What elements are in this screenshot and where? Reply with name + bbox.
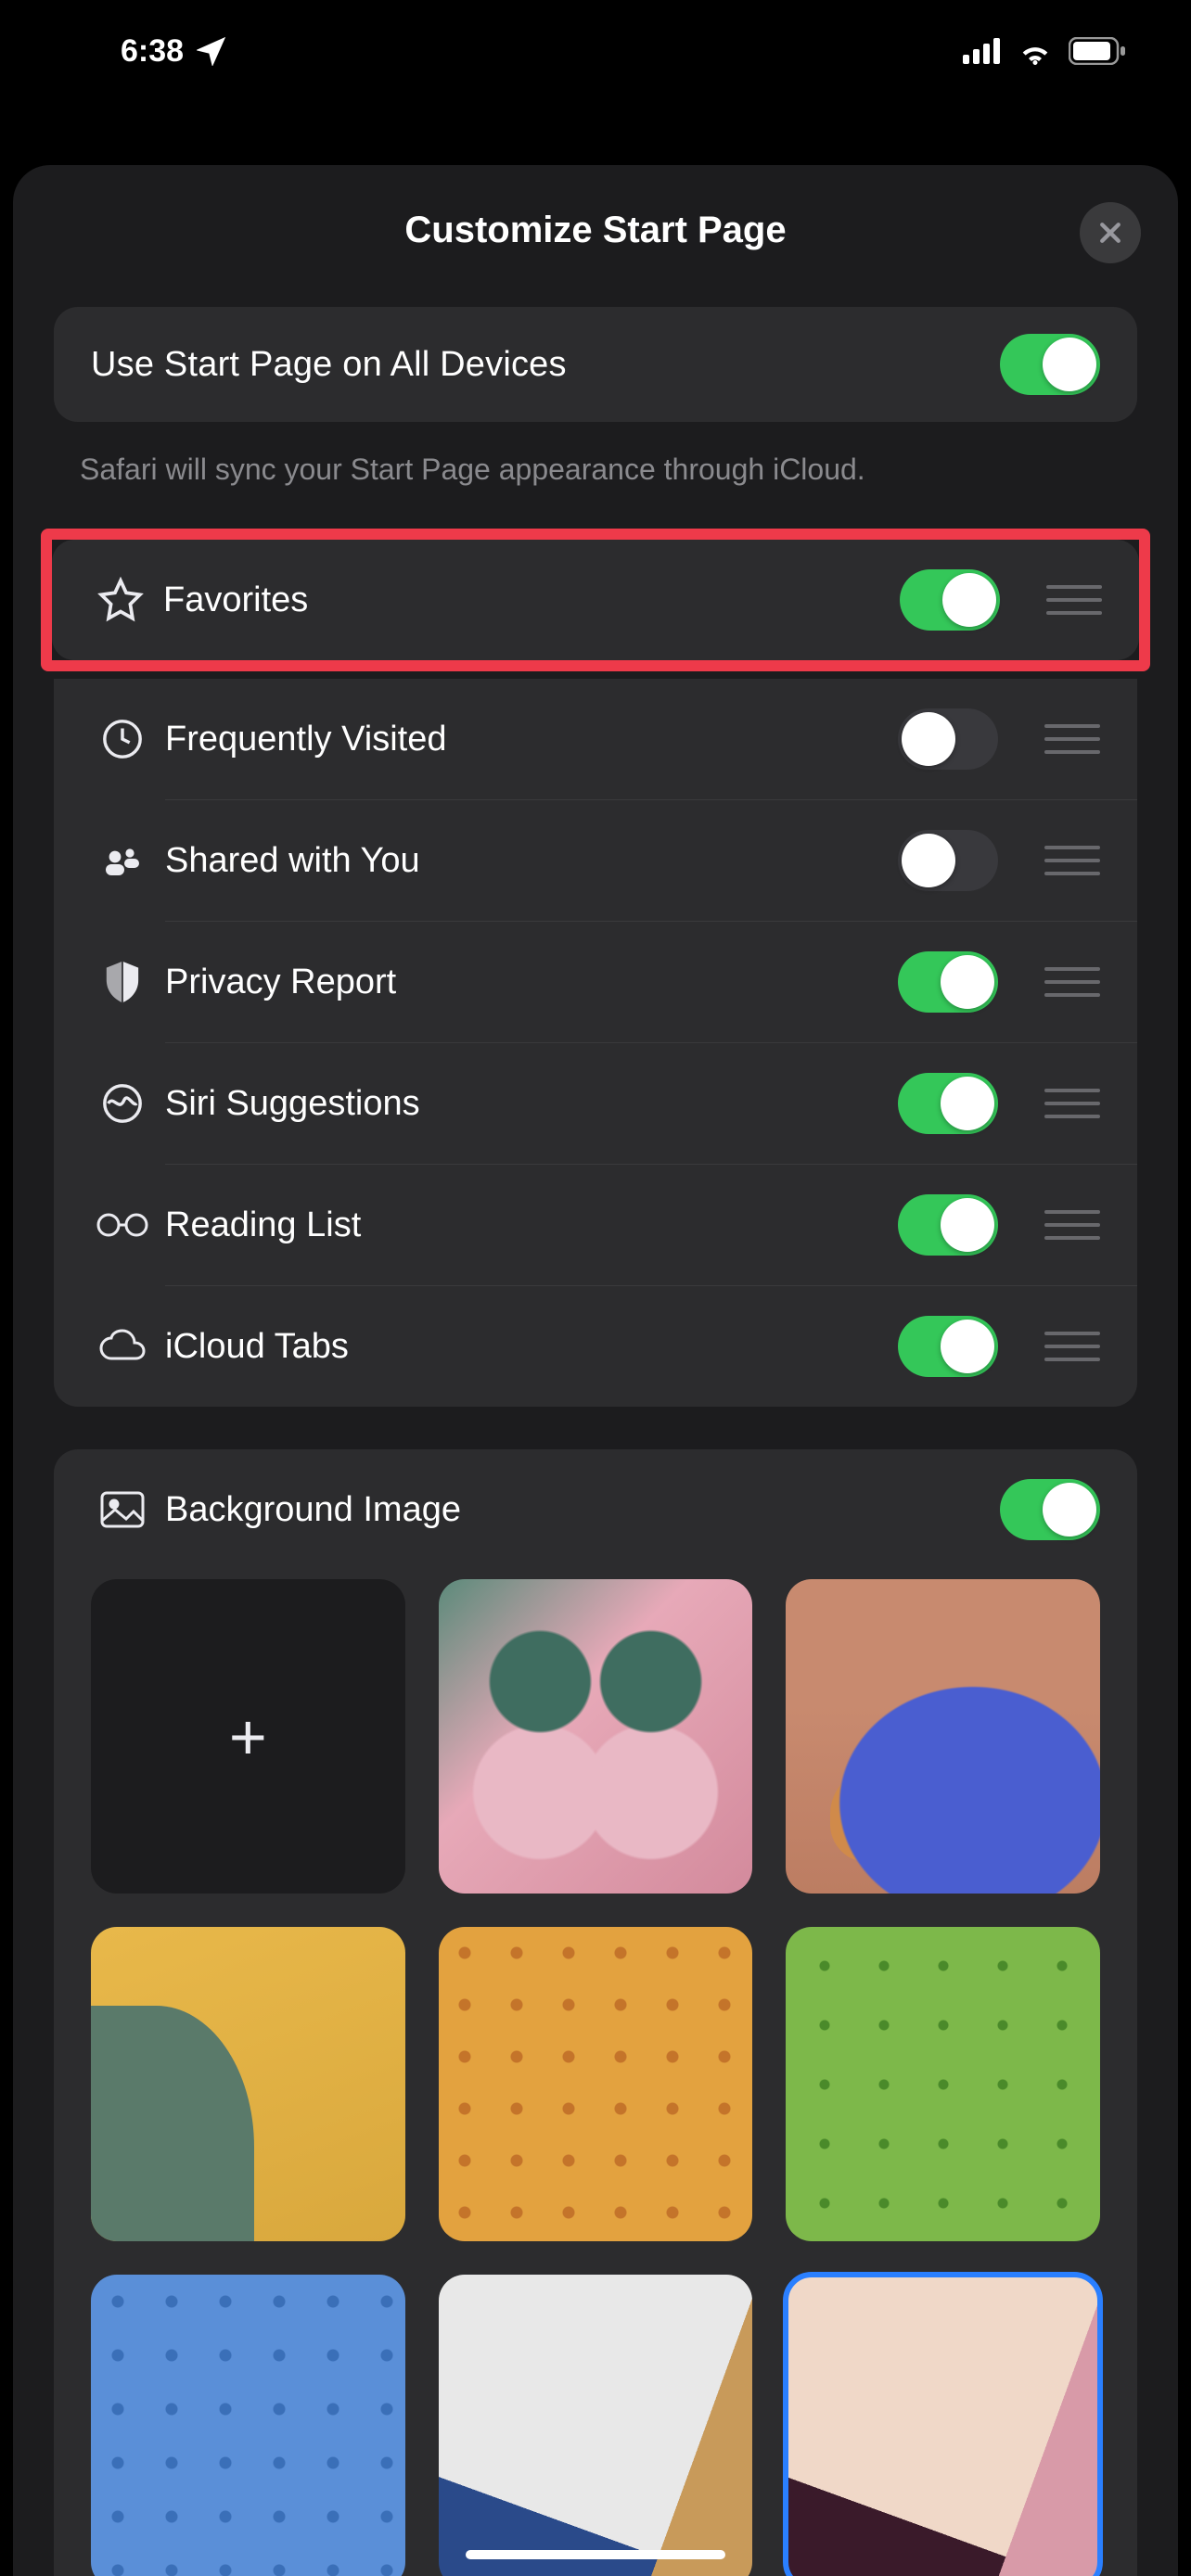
status-time-group: 6:38 — [121, 33, 226, 70]
close-icon — [1096, 219, 1124, 247]
background-thumb-green[interactable] — [786, 1927, 1100, 2241]
sync-switch[interactable] — [1000, 334, 1100, 395]
sync-section: Use Start Page on All Devices — [54, 307, 1137, 422]
reorder-handle[interactable] — [1046, 585, 1102, 615]
icloud-tabs-switch[interactable] — [898, 1316, 998, 1377]
sync-caption: Safari will sync your Start Page appeara… — [80, 450, 1111, 490]
favorites-switch[interactable] — [900, 569, 1000, 631]
cloud-icon — [80, 1329, 165, 1364]
reading-list-label: Reading List — [165, 1205, 898, 1245]
privacy-report-label: Privacy Report — [165, 963, 898, 1002]
reorder-handle[interactable] — [1044, 1089, 1100, 1118]
reorder-handle[interactable] — [1044, 724, 1100, 754]
siri-suggestions-switch[interactable] — [898, 1073, 998, 1134]
battery-icon — [1069, 37, 1126, 65]
status-indicators — [963, 37, 1126, 65]
customize-sheet: Customize Start Page Use Start Page on A… — [13, 165, 1178, 2576]
background-thumbnails: + — [54, 1570, 1137, 2576]
background-image-section: Background Image + — [54, 1449, 1137, 2576]
cellular-signal-icon — [963, 38, 1002, 64]
background-image-switch[interactable] — [1000, 1479, 1100, 1540]
photo-icon — [80, 1491, 165, 1528]
favorites-label: Favorites — [163, 580, 900, 620]
items-section: Frequently Visited Shared with You Priva… — [54, 679, 1137, 1407]
background-thumb-triangles-pink[interactable] — [786, 2275, 1100, 2576]
background-thumb-butterfly[interactable] — [439, 1579, 753, 1894]
status-bar: 6:38 — [0, 0, 1191, 102]
reorder-handle[interactable] — [1044, 846, 1100, 875]
plus-icon: + — [229, 1700, 267, 1774]
background-thumb-triangles-blue[interactable] — [439, 2275, 753, 2576]
background-image-row[interactable]: Background Image — [54, 1449, 1137, 1570]
shield-icon — [80, 960, 165, 1004]
people-icon — [80, 838, 165, 883]
reading-list-switch[interactable] — [898, 1194, 998, 1256]
add-background-button[interactable]: + — [91, 1579, 405, 1894]
shared-with-you-switch[interactable] — [898, 830, 998, 891]
reorder-handle[interactable] — [1044, 967, 1100, 997]
glasses-icon — [80, 1211, 165, 1239]
favorites-section: Favorites — [52, 540, 1139, 660]
privacy-report-row[interactable]: Privacy Report — [54, 922, 1137, 1042]
background-thumb-orange[interactable] — [439, 1927, 753, 2241]
home-indicator[interactable] — [466, 2550, 725, 2559]
sync-row[interactable]: Use Start Page on All Devices — [54, 307, 1137, 422]
siri-icon — [80, 1082, 165, 1125]
privacy-report-switch[interactable] — [898, 951, 998, 1013]
reorder-handle[interactable] — [1044, 1210, 1100, 1240]
shared-with-you-label: Shared with You — [165, 841, 898, 881]
clock-icon — [80, 718, 165, 760]
location-arrow-icon — [197, 36, 226, 66]
frequently-visited-switch[interactable] — [898, 708, 998, 770]
icloud-tabs-label: iCloud Tabs — [165, 1327, 898, 1367]
background-thumb-water[interactable] — [91, 2275, 405, 2576]
siri-suggestions-row[interactable]: Siri Suggestions — [54, 1043, 1137, 1164]
sheet-title: Customize Start Page — [13, 210, 1178, 251]
shared-with-you-row[interactable]: Shared with You — [54, 800, 1137, 921]
sheet-header: Customize Start Page — [13, 165, 1178, 307]
close-button[interactable] — [1080, 202, 1141, 263]
favorites-highlight: Favorites — [41, 529, 1150, 671]
siri-suggestions-label: Siri Suggestions — [165, 1084, 898, 1124]
wifi-icon — [1017, 37, 1054, 65]
background-thumb-parrot[interactable] — [91, 1927, 405, 2241]
reading-list-row[interactable]: Reading List — [54, 1165, 1137, 1285]
background-image-label: Background Image — [165, 1490, 1000, 1530]
status-time: 6:38 — [121, 33, 184, 70]
reorder-handle[interactable] — [1044, 1332, 1100, 1361]
sync-label: Use Start Page on All Devices — [91, 345, 1000, 385]
icloud-tabs-row[interactable]: iCloud Tabs — [54, 1286, 1137, 1407]
favorites-row[interactable]: Favorites — [52, 540, 1139, 660]
frequently-visited-label: Frequently Visited — [165, 720, 898, 759]
frequently-visited-row[interactable]: Frequently Visited — [54, 679, 1137, 799]
background-thumb-bear[interactable] — [786, 1579, 1100, 1894]
star-icon — [78, 577, 163, 623]
